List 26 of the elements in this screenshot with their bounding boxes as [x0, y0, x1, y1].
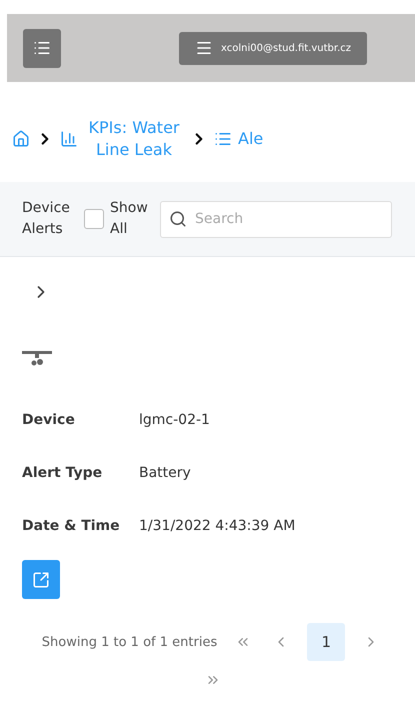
- list-icon: [214, 130, 232, 148]
- show-all-checkbox[interactable]: [84, 209, 104, 229]
- user-menu-button[interactable]: xcolni00@stud.fit.vutbr.cz: [179, 32, 368, 64]
- search-field[interactable]: Search: [160, 200, 392, 238]
- entries-summary: Showing 1 to 1 of 1 entries: [42, 634, 218, 650]
- field-label: Alert Type: [22, 464, 104, 480]
- pipe-leak-icon: [22, 349, 52, 367]
- breadcrumb-link[interactable]: KPIs: Water Line Leak: [84, 117, 184, 161]
- open-button[interactable]: [22, 560, 60, 599]
- bar-chart-icon: [60, 130, 78, 148]
- list-icon: [33, 39, 51, 57]
- menu-button[interactable]: [23, 28, 61, 68]
- external-link-icon: [32, 570, 50, 588]
- checkbox-label: Show All: [110, 199, 149, 239]
- search-input[interactable]: Search: [193, 210, 373, 228]
- field-label: Date & Time: [22, 518, 121, 534]
- page-button[interactable]: 1: [307, 623, 346, 661]
- menu-icon: [195, 39, 213, 57]
- home-icon[interactable]: [12, 130, 30, 148]
- field-value: Battery: [139, 464, 191, 480]
- field-value: 1/31/2022 4:43:39 AM: [139, 518, 296, 534]
- field-label: Device: [22, 412, 76, 428]
- breadcrumb-link[interactable]: Ale: [238, 128, 264, 150]
- section-title: Device Alerts: [22, 199, 71, 239]
- search-icon: [169, 210, 187, 228]
- field-value: lgmc-02-1: [139, 412, 210, 428]
